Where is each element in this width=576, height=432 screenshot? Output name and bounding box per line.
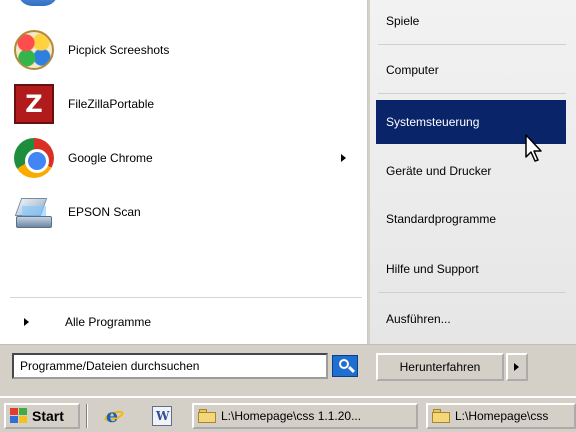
menu-item-label: Geräte und Drucker xyxy=(386,164,492,178)
program-item-filezilla[interactable]: Z FileZillaPortable xyxy=(14,80,354,128)
taskbar-window-label: L:\Homepage\css xyxy=(455,409,549,423)
menu-item-label: Computer xyxy=(386,63,439,77)
search-input[interactable] xyxy=(12,353,328,379)
menu-item-standardprogramme[interactable]: Standardprogramme xyxy=(376,198,566,240)
menu-item-spiele[interactable]: Spiele xyxy=(376,0,566,42)
menu-item-label: Standardprogramme xyxy=(386,212,497,226)
taskbar-window-label: L:\Homepage\css 1.1.20... xyxy=(221,409,362,423)
chrome-icon xyxy=(14,138,54,178)
program-item-epson-scan[interactable]: EPSON Scan xyxy=(14,188,354,236)
shutdown-button[interactable]: Herunterfahren xyxy=(376,353,504,381)
start-menu-programs-panel: Picpick Screeshots Z FileZillaPortable G… xyxy=(0,0,368,344)
picpick-icon xyxy=(14,30,54,70)
menu-item-label: Ausführen... xyxy=(386,312,451,326)
folder-icon xyxy=(198,409,216,423)
program-label: Picpick Screeshots xyxy=(68,43,170,57)
mouse-cursor-icon xyxy=(525,134,542,162)
word-document-icon[interactable]: W xyxy=(152,406,172,426)
epson-scan-icon xyxy=(14,192,54,232)
folder-icon xyxy=(432,409,450,423)
shutdown-label: Herunterfahren xyxy=(399,360,481,374)
search-button[interactable] xyxy=(332,355,358,377)
divider xyxy=(378,44,566,45)
program-item-picpick[interactable]: Picpick Screeshots xyxy=(14,26,354,74)
menu-item-hilfe-und-support[interactable]: Hilfe und Support xyxy=(376,248,566,290)
program-item-chrome[interactable]: Google Chrome xyxy=(14,134,354,182)
start-menu-places-panel: Spiele Computer Systemsteuerung Geräte u… xyxy=(370,0,576,344)
menu-item-computer[interactable]: Computer xyxy=(376,49,566,91)
program-label: EPSON Scan xyxy=(68,205,141,219)
shutdown-options-button[interactable] xyxy=(506,353,528,381)
divider xyxy=(86,404,88,428)
start-label: Start xyxy=(32,408,64,424)
all-programs-button[interactable]: Alle Programme xyxy=(14,308,354,336)
menu-item-ausfuehren[interactable]: Ausführen... xyxy=(376,298,566,340)
taskbar-window-button[interactable]: L:\Homepage\css xyxy=(426,403,576,429)
internet-explorer-icon[interactable]: e xyxy=(103,406,125,426)
taskbar-window-button[interactable]: L:\Homepage\css 1.1.20... xyxy=(192,403,418,429)
arrow-right-icon xyxy=(24,318,29,326)
partial-program-icon[interactable] xyxy=(18,0,58,6)
taskbar: Start e W L:\Homepage\css 1.1.20... L:\H… xyxy=(0,396,576,432)
program-label: FileZillaPortable xyxy=(68,97,155,111)
windows-logo-icon xyxy=(10,408,28,424)
divider xyxy=(378,292,566,293)
filezilla-icon: Z xyxy=(14,84,54,124)
search-and-shutdown-bar: Herunterfahren xyxy=(0,344,576,394)
menu-item-label: Systemsteuerung xyxy=(386,115,480,129)
all-programs-label: Alle Programme xyxy=(65,315,152,329)
menu-item-label: Spiele xyxy=(386,14,420,28)
start-button[interactable]: Start xyxy=(4,403,80,429)
menu-item-label: Hilfe und Support xyxy=(386,262,479,276)
divider xyxy=(10,297,362,298)
submenu-arrow-icon xyxy=(341,154,346,162)
program-label: Google Chrome xyxy=(68,151,153,165)
divider xyxy=(378,93,566,94)
